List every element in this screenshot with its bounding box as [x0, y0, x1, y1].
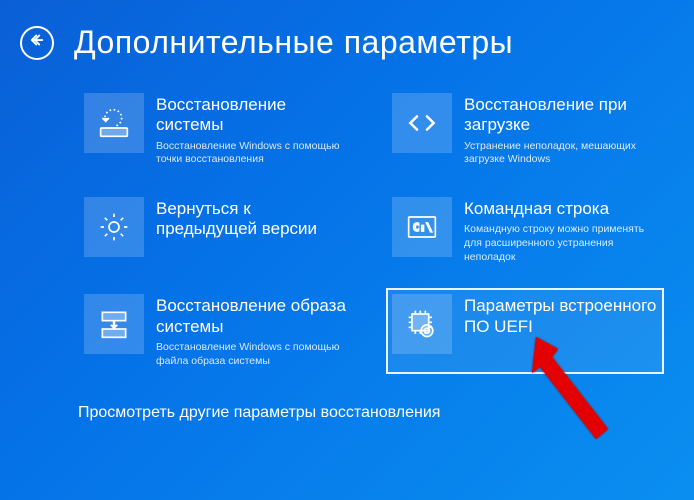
tile-desc: Восстановление Windows с помощью файла о… [156, 341, 350, 368]
page-title: Дополнительные параметры [74, 24, 513, 61]
tile-uefi-firmware[interactable]: Параметры встроенного ПО UEFI [386, 288, 664, 374]
tile-title: Параметры встроенного ПО UEFI [464, 296, 658, 337]
image-restore-icon [84, 294, 144, 354]
more-recovery-options-link[interactable]: Просмотреть другие параметры восстановле… [0, 374, 694, 422]
tile-desc: Устранение неполадок, мешающих загрузке … [464, 140, 658, 167]
tile-title: Восстановление при загрузке [464, 95, 658, 136]
arrow-left-icon [28, 31, 46, 54]
gear-icon [84, 197, 144, 257]
tile-title: Восстановление образа системы [156, 296, 350, 337]
svg-text:C:\: C:\ [413, 221, 433, 234]
tile-desc: Восстановление Windows с помощью точки в… [156, 140, 350, 167]
tile-title: Восстановление системы [156, 95, 350, 136]
tile-system-image-recovery[interactable]: Восстановление образа системы Восстановл… [78, 288, 356, 374]
options-grid: Восстановление системы Восстановление Wi… [0, 69, 694, 374]
tile-startup-repair[interactable]: Восстановление при загрузке Устранение н… [386, 87, 664, 173]
back-button[interactable] [20, 26, 54, 60]
tile-title: Вернуться к предыдущей версии [156, 199, 350, 240]
tile-command-prompt[interactable]: C:\ Командная строка Командную строку мо… [386, 191, 664, 270]
firmware-icon [392, 294, 452, 354]
terminal-icon: C:\ [392, 197, 452, 257]
repair-icon [392, 93, 452, 153]
tile-system-restore[interactable]: Восстановление системы Восстановление Wi… [78, 87, 356, 173]
restore-icon [84, 93, 144, 153]
tile-desc: Командную строку можно применять для рас… [464, 223, 658, 264]
tile-title: Командная строка [464, 199, 658, 219]
tile-go-back[interactable]: Вернуться к предыдущей версии [78, 191, 356, 270]
